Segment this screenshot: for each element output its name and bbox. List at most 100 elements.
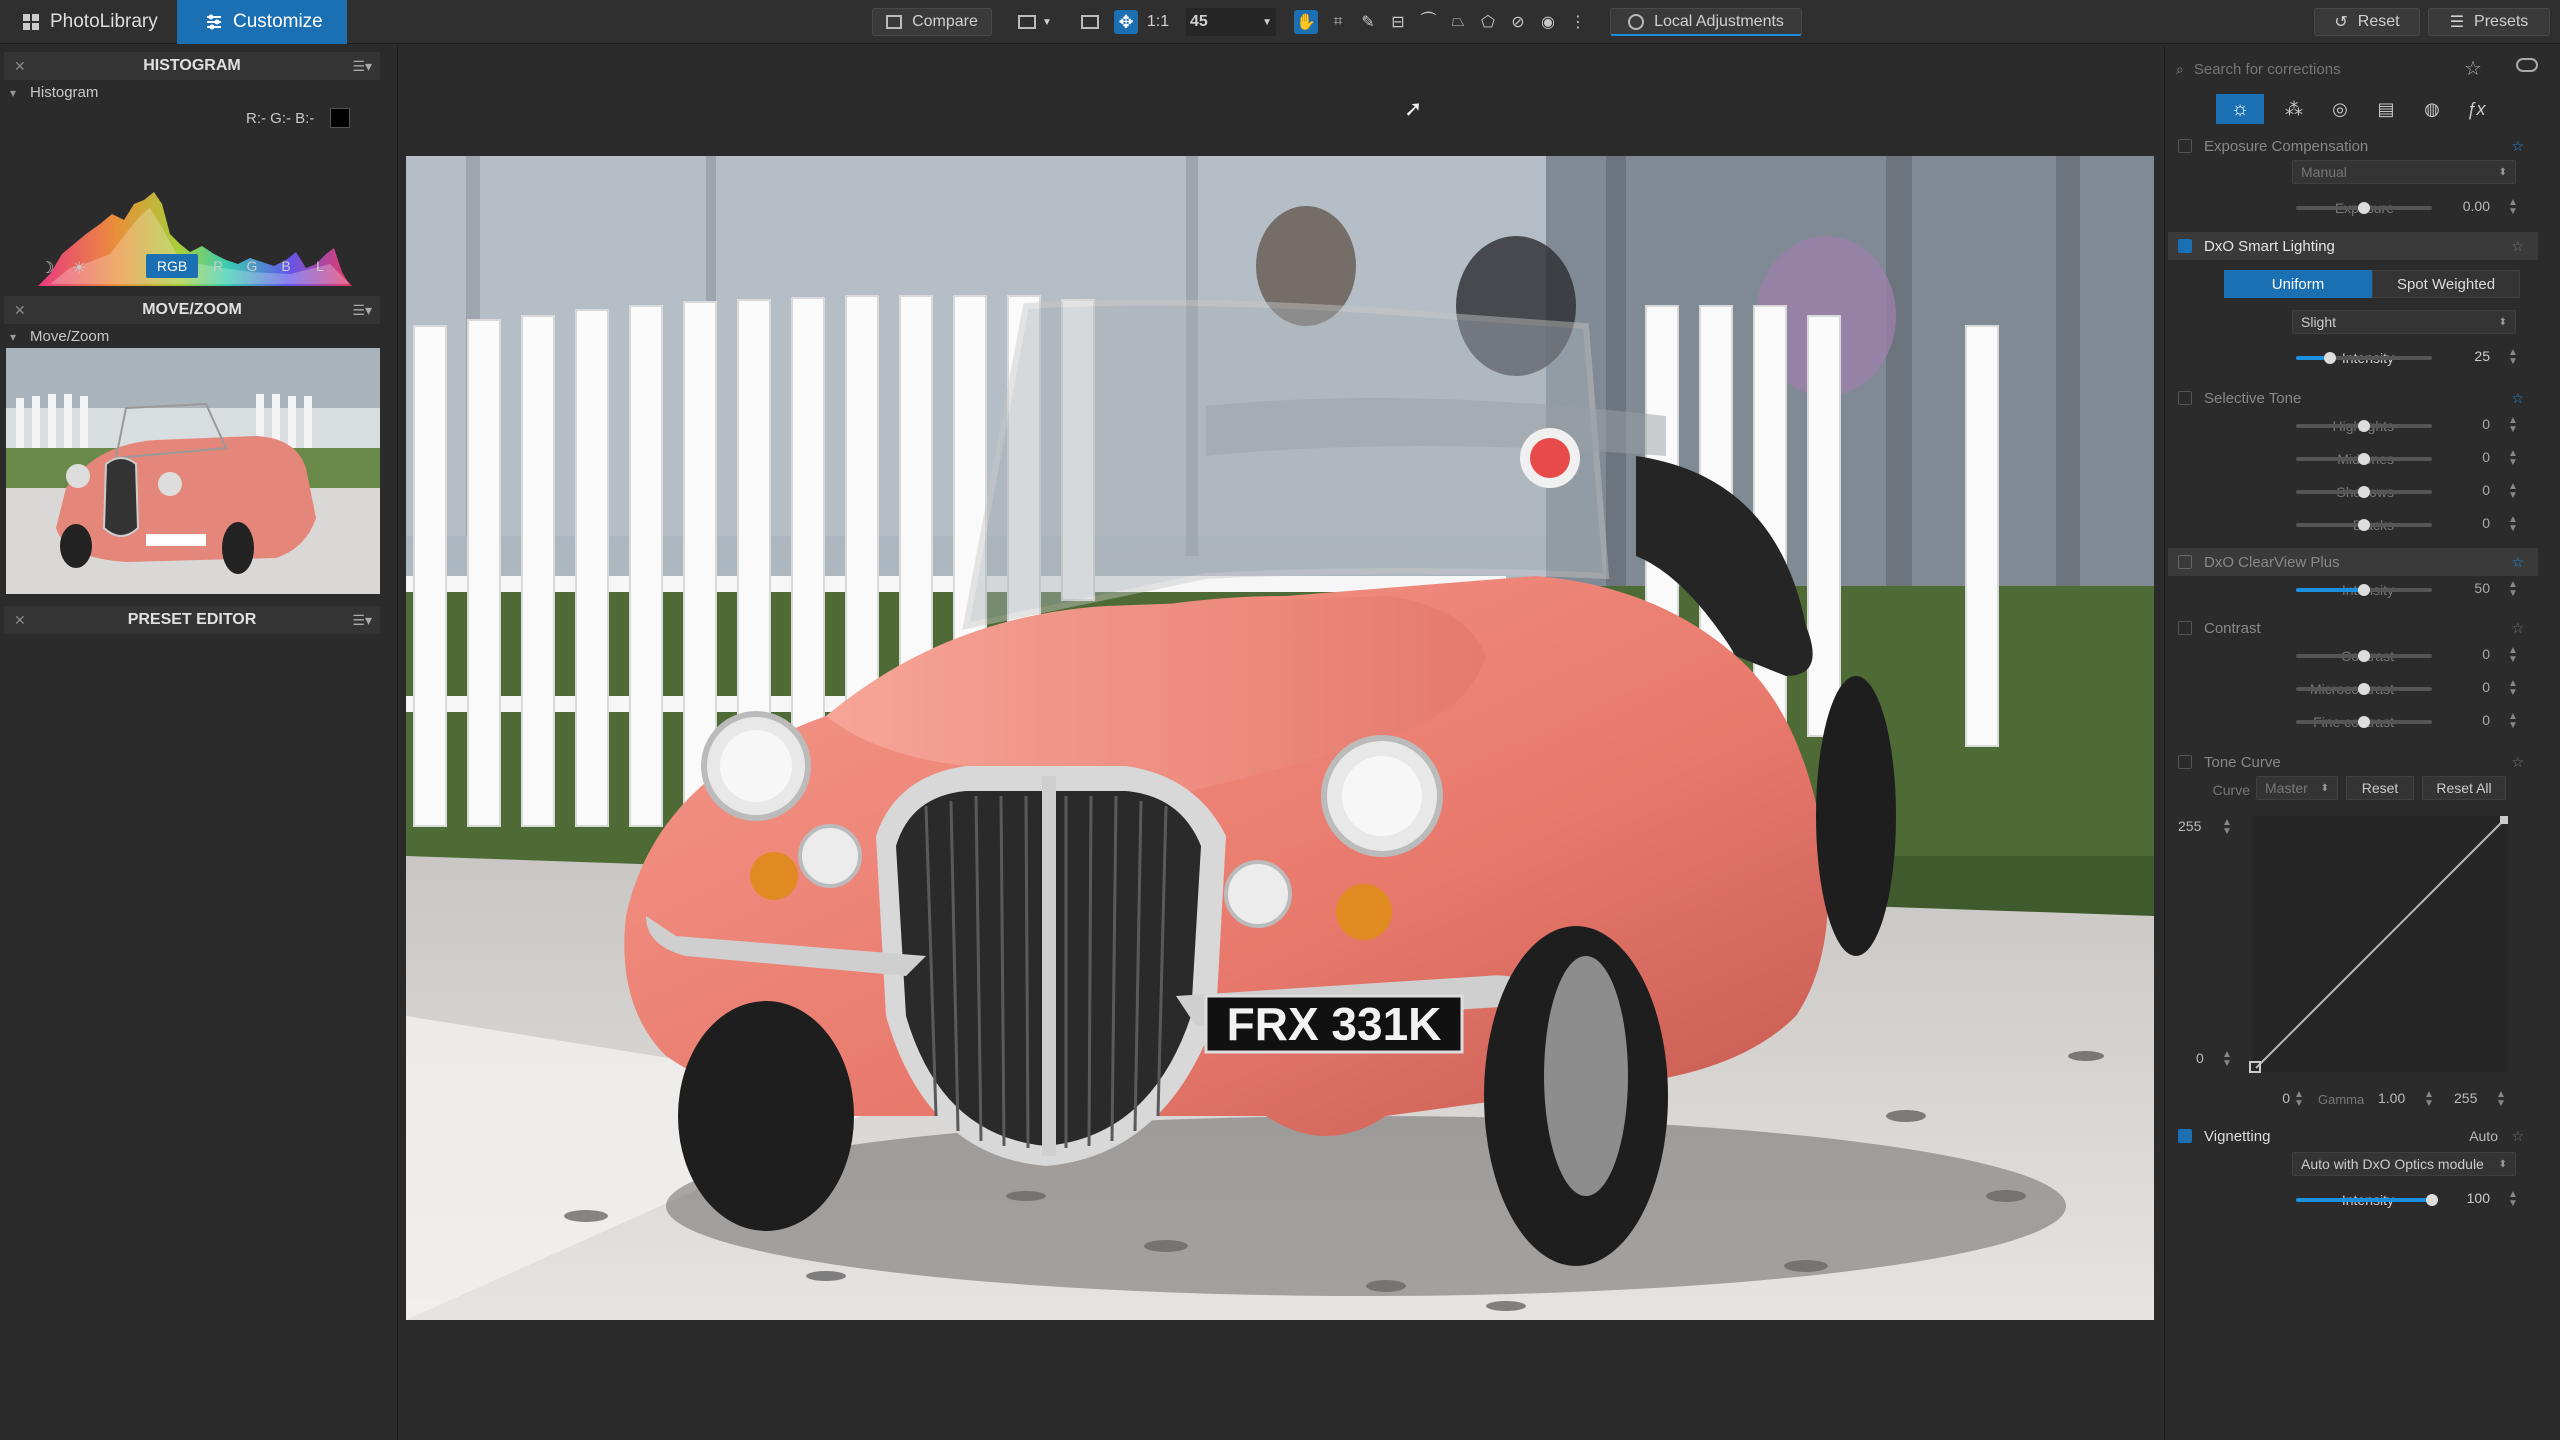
clearview-intensity-value[interactable]: 50 <box>2434 580 2490 596</box>
favorite-star-icon[interactable]: ☆ <box>2511 754 2524 771</box>
selective-tone-row-3-knob[interactable] <box>2358 519 2370 531</box>
selective-tone-row-2-knob[interactable] <box>2358 486 2370 498</box>
favorite-star-icon[interactable]: ☆ <box>2511 238 2524 255</box>
contrast-row-1-knob[interactable] <box>2358 683 2370 695</box>
selective-tone-row-3-slider[interactable] <box>2296 519 2432 531</box>
clearview-intensity-knob[interactable] <box>2358 584 2370 596</box>
gamma-stepper[interactable]: ▲ ▼ <box>2424 1090 2434 1109</box>
favorites-star-icon[interactable]: ☆ <box>2464 56 2482 81</box>
favorite-star-icon[interactable]: ☆ <box>2511 620 2524 637</box>
tone-input-min-stepper[interactable]: ▲ ▼ <box>2294 1090 2304 1109</box>
smart-intensity-value[interactable]: 25 <box>2434 348 2490 364</box>
white-balance-picker-button[interactable]: ✎ <box>1356 10 1380 34</box>
movezoom-subheader[interactable]: ▾ Move/Zoom <box>10 328 109 345</box>
smart-lighting-enable-checkbox[interactable] <box>2178 239 2192 253</box>
selective-tone-row-0-knob[interactable] <box>2358 420 2370 432</box>
local-adjustments-button[interactable]: Local Adjustments <box>1610 8 1802 36</box>
smart-intensity-slider[interactable] <box>2296 352 2432 364</box>
selective-tone-row-2-stepper[interactable]: ▲ ▼ <box>2508 482 2518 501</box>
tab-light[interactable]: ☼ <box>2216 94 2264 124</box>
compare-button[interactable]: Compare <box>872 8 992 36</box>
toggle-corrections-icon[interactable] <box>2516 58 2538 72</box>
tab-geometry[interactable]: ▤ <box>2366 94 2406 124</box>
horizon-tool-button[interactable]: ⊟ <box>1386 10 1410 34</box>
channel-b-button[interactable]: B <box>274 254 298 278</box>
favorite-star-icon[interactable]: ☆ <box>2511 138 2524 155</box>
close-icon[interactable]: ✕ <box>14 612 26 629</box>
tone-curve-reset-button[interactable]: Reset <box>2346 776 2414 800</box>
panel-menu-icon[interactable]: ☰▾ <box>352 612 372 629</box>
exposure-stepper[interactable]: ▲ ▼ <box>2508 198 2518 217</box>
vignetting-enable-checkbox[interactable] <box>2178 1129 2192 1143</box>
tone-output-max-stepper[interactable]: ▲ ▼ <box>2222 818 2232 837</box>
tab-customize[interactable]: Customize <box>177 0 347 44</box>
smart-intensity-knob[interactable] <box>2324 352 2336 364</box>
smart-intensity-stepper[interactable]: ▲ ▼ <box>2508 348 2518 367</box>
exposure-value[interactable]: 0.00 <box>2434 198 2490 214</box>
perspective-poly-button[interactable]: ⬠ <box>1476 10 1500 34</box>
histogram-panel-header[interactable]: ✕ HISTOGRAM ☰▾ <box>4 52 380 80</box>
selective-tone-row-0-slider[interactable] <box>2296 420 2432 432</box>
tone-curve-header[interactable]: Tone Curve ☆ <box>2168 748 2538 776</box>
tab-color[interactable]: ⁂ <box>2274 94 2314 124</box>
presets-button[interactable]: ☰ Presets <box>2428 8 2550 36</box>
smart-mode-select[interactable]: Slight ⬍ <box>2292 310 2516 334</box>
hand-tool-button[interactable]: ✋ <box>1294 10 1318 34</box>
contrast-row-1-stepper[interactable]: ▲ ▼ <box>2508 679 2518 698</box>
channel-r-button[interactable]: R <box>206 254 230 278</box>
tone-curve-enable-checkbox[interactable] <box>2178 755 2192 769</box>
exposure-enable-checkbox[interactable] <box>2178 139 2192 153</box>
clearview-intensity-stepper[interactable]: ▲ ▼ <box>2508 580 2518 599</box>
favorite-star-icon[interactable]: ☆ <box>2511 1128 2524 1145</box>
channel-rgb-button[interactable]: RGB <box>146 254 198 278</box>
clearview-header[interactable]: DxO ClearView Plus ☆ <box>2168 548 2538 576</box>
tab-effects[interactable]: ƒx <box>2456 94 2496 124</box>
contrast-row-2-value[interactable]: 0 <box>2434 712 2490 728</box>
channel-g-button[interactable]: G <box>240 254 264 278</box>
favorite-star-icon[interactable]: ☆ <box>2511 390 2524 407</box>
shadow-clipping-icon[interactable]: ☽ <box>40 258 54 278</box>
selective-tone-row-1-slider[interactable] <box>2296 453 2432 465</box>
exposure-correction-select[interactable]: Manual ⬍ <box>2292 160 2516 184</box>
tone-curve-reset-all-button[interactable]: Reset All <box>2422 776 2506 800</box>
perspective-tool-button[interactable]: ⏜ <box>1416 10 1440 34</box>
vignetting-header[interactable]: Vignetting Auto ☆ <box>2168 1122 2538 1150</box>
movezoom-panel-header[interactable]: ✕ MOVE/ZOOM ☰▾ <box>4 296 380 324</box>
red-eye-button[interactable]: ◉ <box>1536 10 1560 34</box>
perspective-rect-button[interactable]: ⏢ <box>1446 10 1470 34</box>
highlight-clipping-icon[interactable]: ☀ <box>72 258 86 278</box>
selective-tone-row-1-knob[interactable] <box>2358 453 2370 465</box>
selective-tone-enable-checkbox[interactable] <box>2178 391 2192 405</box>
selective-tone-header[interactable]: Selective Tone ☆ <box>2168 384 2538 412</box>
contrast-row-0-value[interactable]: 0 <box>2434 646 2490 662</box>
favorite-star-icon[interactable]: ☆ <box>2511 554 2524 571</box>
tone-curve-graph[interactable] <box>2248 812 2512 1076</box>
selective-tone-row-3-stepper[interactable]: ▲ ▼ <box>2508 515 2518 534</box>
exposure-slider-knob[interactable] <box>2358 202 2370 214</box>
preset-editor-panel-header[interactable]: ✕ PRESET EDITOR ☰▾ <box>4 606 380 634</box>
close-icon[interactable]: ✕ <box>14 302 26 319</box>
channel-l-button[interactable]: L <box>308 254 332 278</box>
contrast-row-0-slider[interactable] <box>2296 650 2432 662</box>
selective-tone-row-3-value[interactable]: 0 <box>2434 515 2490 531</box>
selective-tone-row-2-value[interactable]: 0 <box>2434 482 2490 498</box>
vignetting-intensity-slider[interactable] <box>2296 1194 2438 1206</box>
repair-tool-button[interactable]: ⊘ <box>1506 10 1530 34</box>
crop-tool-button[interactable]: ⌗ <box>1326 10 1350 34</box>
search-bar[interactable]: ⌕ <box>2170 56 2436 82</box>
contrast-enable-checkbox[interactable] <box>2178 621 2192 635</box>
panel-menu-icon[interactable]: ☰▾ <box>352 58 372 75</box>
contrast-header[interactable]: Contrast ☆ <box>2168 614 2538 642</box>
close-icon[interactable]: ✕ <box>14 58 26 75</box>
uniform-button[interactable]: Uniform <box>2224 270 2372 298</box>
exposure-compensation-header[interactable]: Exposure Compensation ☆ <box>2168 132 2538 160</box>
search-input[interactable] <box>2193 60 2414 78</box>
selective-tone-row-0-stepper[interactable]: ▲ ▼ <box>2508 416 2518 435</box>
contrast-row-2-stepper[interactable]: ▲ ▼ <box>2508 712 2518 731</box>
move-zoom-button[interactable]: ✥ <box>1114 10 1138 34</box>
tab-photolibrary[interactable]: PhotoLibrary <box>0 0 175 44</box>
tone-curve-output-max[interactable]: 255 <box>2178 818 2201 834</box>
zoom-1to1-button[interactable]: 1:1 <box>1144 8 1172 36</box>
tone-curve-output-min[interactable]: 0 <box>2196 1050 2204 1066</box>
tab-detail[interactable]: ◎ <box>2320 94 2360 124</box>
